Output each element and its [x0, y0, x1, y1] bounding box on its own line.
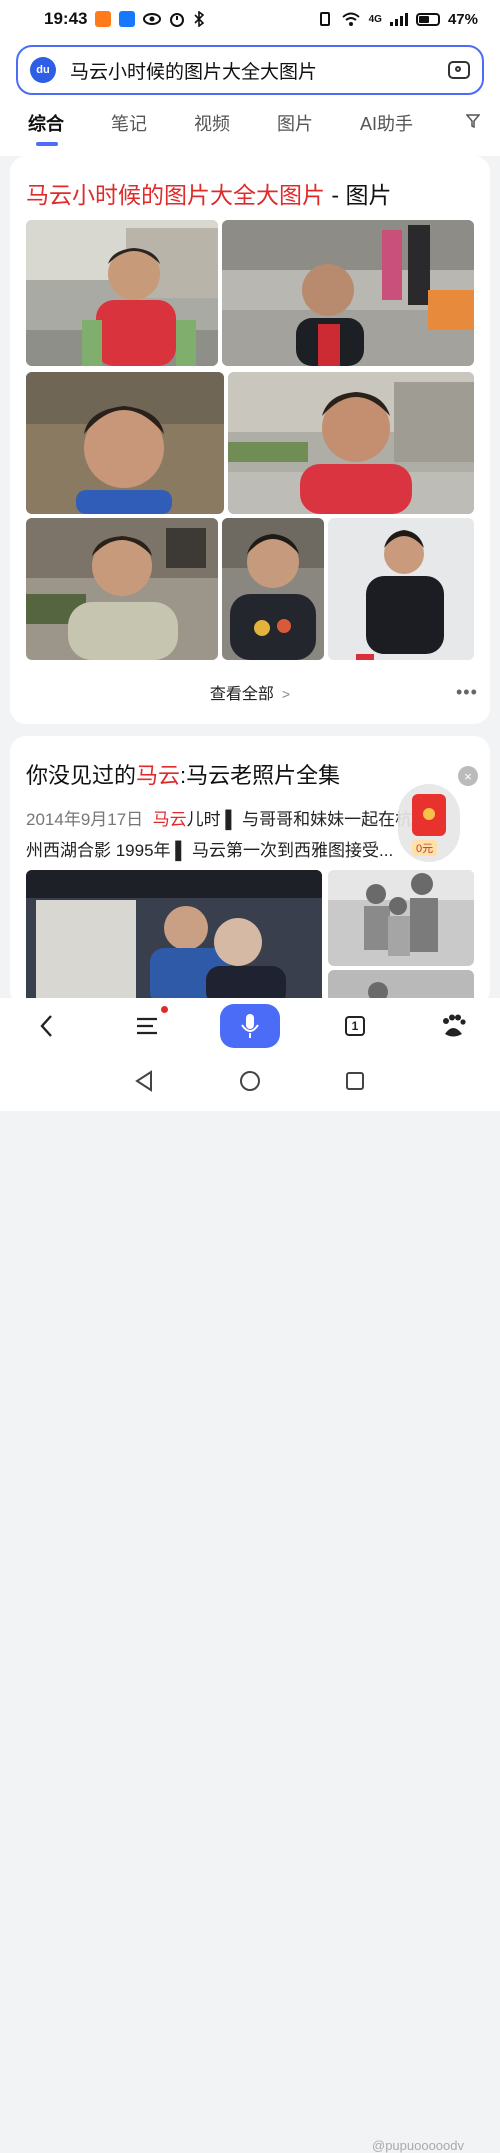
article-title-post: :马云老照片全集 — [180, 763, 341, 788]
active-tab-indicator — [36, 142, 58, 146]
title-highlight: 马云小时候的图片大全大图片 — [26, 182, 325, 208]
back-button[interactable] — [30, 1008, 62, 1044]
image-thumbnail[interactable] — [222, 518, 324, 660]
tab-notes[interactable]: 笔记 — [111, 110, 147, 136]
app-notification-icon — [95, 11, 112, 27]
menu-icon — [137, 1017, 157, 1035]
status-bar-right: 4G 47% — [317, 11, 478, 28]
recents-square-icon[interactable] — [345, 1071, 365, 1091]
search-bar: du 马云小时候的图片大全大图片 — [0, 38, 500, 100]
status-bar: 19:43 4G 47% — [0, 0, 500, 38]
baidu-logo-icon: du — [30, 57, 56, 83]
article-title-pre: 你没见过的 — [26, 763, 137, 788]
article-title-highlight: 马云 — [136, 763, 181, 788]
article-image[interactable] — [26, 870, 322, 1006]
tab-all[interactable]: 综合 — [28, 110, 64, 136]
watermark: @pupuooooodv — [372, 2138, 464, 2153]
tab-videos[interactable]: 视频 — [194, 110, 230, 136]
see-all-label: 查看全部 — [209, 686, 274, 703]
vibrate-icon — [319, 12, 330, 26]
image-thumbnail[interactable] — [26, 220, 218, 366]
wifi-icon — [341, 12, 360, 26]
see-all-link[interactable]: 查看全部 > — [10, 680, 490, 704]
signal-icon — [389, 12, 408, 26]
red-envelope-icon — [412, 794, 446, 836]
snippet-line1: 儿时 ▌ 与哥哥和妹妹一起在杭 — [186, 810, 413, 829]
bluetooth-icon — [194, 11, 205, 27]
chevron-right-icon: > — [281, 686, 291, 702]
image-result-card: 马云小时候的图片大全大图片 - 图片 查看全部 > ••• — [10, 156, 490, 724]
article-image[interactable] — [328, 870, 474, 966]
eye-icon — [143, 13, 162, 25]
image-thumbnail[interactable] — [26, 518, 218, 660]
chevron-left-icon — [40, 1015, 52, 1037]
more-options-icon[interactable]: ••• — [456, 682, 478, 703]
network-type: 4G — [368, 13, 382, 25]
system-nav-bar: @pupuooooodv — [0, 1056, 500, 2153]
status-time: 19:43 — [44, 9, 88, 28]
tab-ai-assistant[interactable]: AI助手 — [360, 110, 413, 136]
red-packet-amount: 0元 — [412, 840, 438, 856]
category-tabs: 综合 笔记 视频 图片 AI助手 — [0, 100, 500, 156]
image-thumbnail[interactable] — [228, 372, 474, 514]
baidu-home-button[interactable] — [436, 1008, 470, 1044]
voice-search-button[interactable] — [220, 1004, 280, 1048]
image-result-title[interactable]: 马云小时候的图片大全大图片 - 图片 — [26, 176, 391, 210]
snippet-highlight: 马云 — [152, 810, 187, 829]
image-thumbnail[interactable] — [328, 518, 474, 660]
microphone-icon — [241, 1014, 259, 1038]
back-triangle-icon[interactable] — [134, 1070, 154, 1092]
alarm-icon — [170, 13, 185, 27]
close-icon[interactable]: × — [458, 766, 478, 786]
play-notification-icon — [119, 11, 136, 27]
tab-count: 1 — [345, 1016, 365, 1036]
article-title[interactable]: 你没见过的马云:马云老照片全集 — [26, 758, 340, 790]
menu-button[interactable] — [130, 1006, 168, 1044]
article-result-card: 你没见过的马云:马云老照片全集 × 2014年9月17日 马云儿时 ▌ 与哥哥和… — [10, 736, 490, 1006]
status-bar-left: 19:43 — [44, 9, 205, 29]
article-date: 2014年9月17日 — [26, 810, 144, 829]
snippet-line2: 州西湖合影 1995年 ▌ 马云第一次到西雅图接受... — [26, 841, 394, 860]
battery-icon — [415, 12, 440, 26]
image-thumbnail[interactable] — [26, 372, 224, 514]
notification-dot — [161, 1006, 168, 1013]
camera-icon[interactable] — [448, 61, 470, 79]
image-thumbnail[interactable] — [222, 220, 474, 366]
tab-images[interactable]: 图片 — [277, 110, 313, 136]
home-circle-icon[interactable] — [239, 1070, 261, 1092]
search-input[interactable]: du 马云小时候的图片大全大图片 — [16, 45, 484, 95]
tabs-button[interactable]: 1 — [338, 1008, 372, 1044]
red-packet-float[interactable]: 0元 — [398, 784, 460, 862]
paw-icon — [443, 1014, 466, 1037]
bottom-toolbar: 1 — [0, 998, 500, 1056]
battery-level: 47% — [447, 10, 478, 28]
search-query[interactable]: 马云小时候的图片大全大图片 — [70, 57, 448, 84]
filter-icon[interactable] — [466, 114, 480, 128]
title-suffix: - 图片 — [325, 182, 392, 208]
